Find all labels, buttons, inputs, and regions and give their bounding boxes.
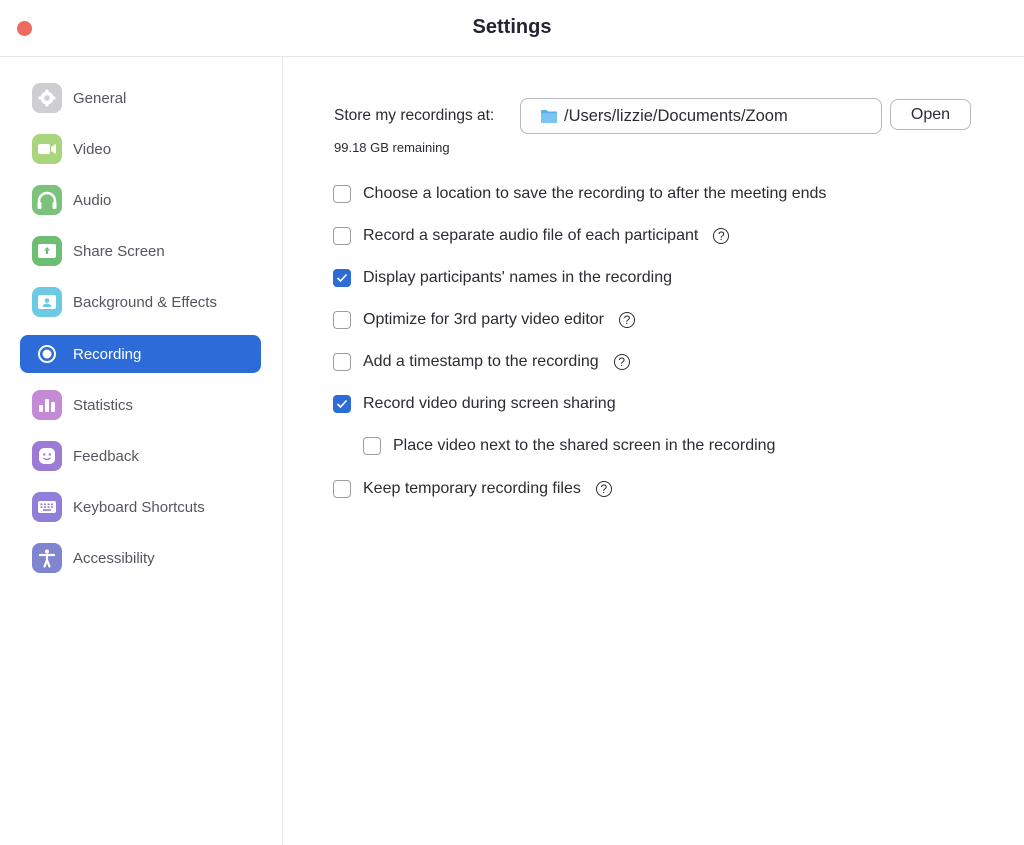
record-icon [32, 339, 62, 369]
recording-settings-panel: Store my recordings at: /Users/lizzie/Do… [283, 57, 1024, 845]
recording-option[interactable]: Optimize for 3rd party video editor? [333, 309, 635, 331]
sidebar-item-accessibility[interactable]: Accessibility [20, 539, 261, 577]
sidebar-item-feedback[interactable]: Feedback [20, 437, 261, 475]
sidebar-item-label: Statistics [73, 396, 134, 414]
store-location-label: Store my recordings at: [334, 107, 495, 124]
video-camera-icon [32, 134, 62, 164]
recording-option[interactable]: Place video next to the shared screen in… [363, 435, 775, 457]
recording-option[interactable]: Keep temporary recording files? [333, 478, 612, 500]
sidebar-item-label: Background & Effects [73, 293, 217, 311]
checkbox[interactable] [333, 269, 351, 287]
recording-option[interactable]: Add a timestamp to the recording? [333, 351, 630, 373]
option-label: Record video during screen sharing [363, 395, 616, 412]
help-icon[interactable]: ? [713, 228, 730, 244]
accessibility-icon [32, 543, 62, 573]
sidebar-item-statistics[interactable]: Statistics [20, 386, 261, 424]
smiley-icon [32, 441, 62, 471]
recording-option[interactable]: Record video during screen sharing [333, 393, 616, 415]
storage-remaining: 99.18 GB remaining [334, 140, 450, 155]
sidebar-item-label: Feedback [73, 447, 139, 465]
recording-option[interactable]: Display participants' names in the recor… [333, 267, 672, 289]
recording-option[interactable]: Choose a location to save the recording … [333, 183, 826, 205]
sidebar-item-background-effects[interactable]: Background & Effects [20, 283, 261, 321]
checkbox[interactable] [363, 437, 381, 455]
sidebar-item-video[interactable]: Video [20, 130, 261, 168]
window-title: Settings [472, 16, 552, 38]
gear-icon [32, 83, 62, 113]
sidebar-item-label: Share Screen [73, 242, 165, 260]
keyboard-icon [32, 492, 62, 522]
sidebar-item-recording[interactable]: Recording [20, 335, 261, 373]
sidebar-item-keyboard-shortcuts[interactable]: Keyboard Shortcuts [20, 488, 261, 526]
option-label: Keep temporary recording files [363, 480, 581, 497]
help-icon[interactable]: ? [613, 354, 630, 370]
sidebar-item-share-screen[interactable]: Share Screen [20, 232, 261, 270]
sidebar-item-general[interactable]: General [20, 79, 261, 117]
checkmark-icon [336, 273, 348, 283]
background-icon [32, 287, 62, 317]
checkbox[interactable] [333, 395, 351, 413]
option-label: Add a timestamp to the recording [363, 353, 599, 370]
option-label: Optimize for 3rd party video editor [363, 311, 604, 328]
help-icon[interactable]: ? [619, 312, 635, 328]
help-icon[interactable]: ? [595, 481, 612, 497]
sidebar-item-audio[interactable]: Audio [20, 181, 261, 219]
recording-path-field[interactable]: /Users/lizzie/Documents/Zoom [520, 98, 882, 134]
option-label: Record a separate audio file of each par… [363, 227, 699, 244]
headphones-icon [32, 185, 62, 215]
bar-chart-icon [32, 390, 62, 420]
open-folder-button[interactable]: Open [890, 99, 971, 130]
folder-icon [541, 109, 557, 123]
recording-option[interactable]: Record a separate audio file of each par… [333, 225, 730, 247]
settings-sidebar: General Video Audio Share Screen Backgro… [0, 57, 283, 845]
checkbox[interactable] [333, 480, 351, 498]
sidebar-item-label: Keyboard Shortcuts [73, 498, 205, 516]
sidebar-item-label: General [73, 89, 127, 107]
recording-path-value: /Users/lizzie/Documents/Zoom [564, 106, 788, 125]
title-bar: Settings [0, 0, 1024, 57]
option-label: Choose a location to save the recording … [363, 185, 827, 202]
share-screen-icon [32, 236, 62, 266]
option-label: Display participants' names in the recor… [363, 269, 672, 286]
sidebar-item-label: Video [73, 140, 112, 158]
sidebar-item-label: Audio [73, 191, 112, 209]
checkbox[interactable] [333, 185, 351, 203]
option-label: Place video next to the shared screen in… [393, 437, 776, 454]
checkbox[interactable] [333, 227, 351, 245]
checkbox[interactable] [333, 311, 351, 329]
checkmark-icon [336, 399, 348, 409]
checkbox[interactable] [333, 353, 351, 371]
sidebar-item-label: Accessibility [73, 549, 155, 567]
sidebar-item-label: Recording [73, 345, 142, 363]
